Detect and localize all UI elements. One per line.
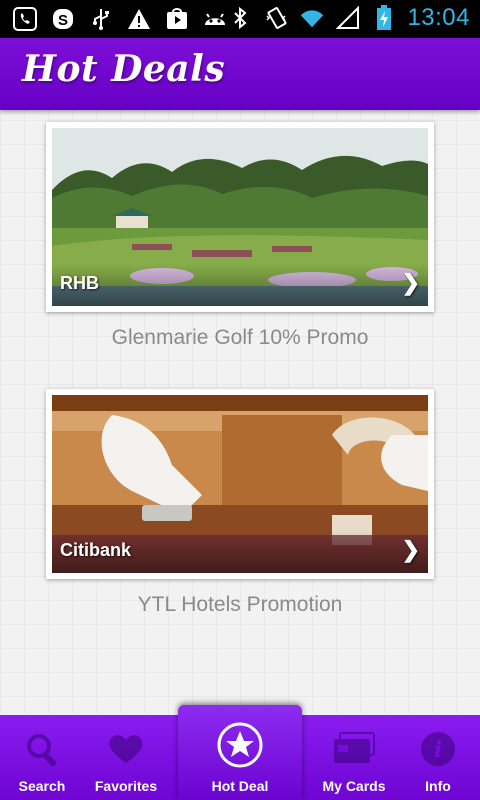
deal-card[interactable]: RHB ❯ Glenmarie Golf 10% Promo xyxy=(46,122,434,350)
star-icon xyxy=(216,721,264,774)
tab-label: Favorites xyxy=(94,778,158,794)
svg-text:i: i xyxy=(434,737,442,763)
chevron-right-icon[interactable]: ❯ xyxy=(402,270,420,296)
tab-label: My Cards xyxy=(322,778,386,794)
golf-course-photo[interactable]: RHB ❯ xyxy=(52,128,428,306)
android-icon xyxy=(202,6,228,32)
tab-label: Info xyxy=(425,778,451,794)
svg-text:S: S xyxy=(58,12,68,29)
bank-label: Citibank xyxy=(60,540,132,560)
vibrate-icon xyxy=(263,5,289,31)
usb-icon xyxy=(88,6,114,32)
deal-card[interactable]: Citibank ❯ YTL Hotels Promotion xyxy=(46,389,434,617)
deal-title[interactable]: Glenmarie Golf 10% Promo xyxy=(46,326,434,350)
play-store-icon xyxy=(164,6,190,32)
viber-icon xyxy=(12,6,38,32)
heart-icon xyxy=(106,729,146,774)
app-header: Hot Deals xyxy=(0,38,480,110)
tab-info[interactable]: i Info xyxy=(396,715,480,800)
system-icons: 13:04 xyxy=(227,4,470,32)
tab-label: Hot Deal xyxy=(211,778,269,794)
deal-overlay xyxy=(52,264,428,306)
search-icon xyxy=(22,729,62,774)
luggage-gloves-photo[interactable]: Citibank ❯ xyxy=(52,395,428,573)
wifi-icon xyxy=(299,5,325,31)
clock: 13:04 xyxy=(407,4,470,31)
page-title: Hot Deals xyxy=(22,48,226,90)
skype-icon: S xyxy=(50,6,76,32)
tab-favorites[interactable]: Favorites xyxy=(84,715,168,800)
bluetooth-icon xyxy=(227,5,253,31)
chevron-right-icon[interactable]: ❯ xyxy=(402,537,420,563)
card-icon xyxy=(332,729,376,774)
deal-image-frame[interactable]: RHB ❯ xyxy=(46,122,434,312)
battery-charging-icon xyxy=(371,5,397,31)
bottom-tab-bar: Search Favorites Hot Deal My Cards i Inf… xyxy=(0,705,480,800)
deal-title[interactable]: YTL Hotels Promotion xyxy=(46,593,434,617)
status-bar: S 13:04 xyxy=(0,0,480,38)
tab-hot-deal[interactable]: Hot Deal xyxy=(178,705,302,800)
tab-label: Search xyxy=(18,778,66,794)
signal-icon xyxy=(335,5,361,31)
info-icon: i xyxy=(418,729,458,774)
deal-image-frame[interactable]: Citibank ❯ xyxy=(46,389,434,579)
notification-icons: S xyxy=(12,6,228,32)
tab-my-cards[interactable]: My Cards xyxy=(312,715,396,800)
tab-search[interactable]: Search xyxy=(0,715,84,800)
warning-icon xyxy=(126,6,152,32)
bank-label: RHB xyxy=(60,273,99,293)
